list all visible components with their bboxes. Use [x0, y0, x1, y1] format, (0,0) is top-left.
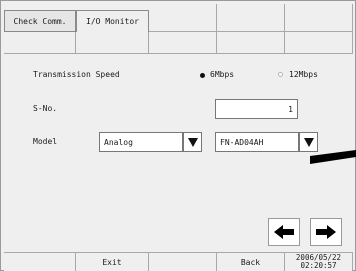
model-type-dropdown-button[interactable]: [183, 132, 202, 152]
radio-6mbps[interactable]: [200, 73, 205, 78]
tab-label: I/O Monitor: [86, 17, 139, 26]
model-unit-select[interactable]: FN-AD04AH: [215, 132, 299, 152]
radio-6mbps-label[interactable]: 6Mbps: [210, 70, 234, 79]
datetime-display: 2006/05/22 02:20:57: [285, 252, 353, 271]
indicator-line: [310, 150, 356, 164]
back-label: Back: [240, 257, 261, 267]
transmission-speed-label: Transmission Speed: [33, 70, 120, 79]
tab-label: Check Comm.: [13, 16, 67, 26]
arrow-right-icon: [316, 225, 336, 239]
s-no-label: S-No.: [33, 104, 58, 113]
triangle-down-icon: [187, 137, 198, 147]
tab-check-comm[interactable]: Check Comm.: [4, 10, 76, 32]
back-button[interactable]: Back: [217, 252, 285, 271]
triangle-down-icon: [303, 137, 314, 147]
exit-button[interactable]: Exit: [76, 252, 149, 271]
top-grid-cell: [217, 32, 285, 54]
top-grid-cell: [149, 32, 217, 54]
model-type-value: Analog: [104, 137, 133, 147]
model-label: Model: [33, 137, 58, 146]
bottom-cell: [149, 252, 217, 271]
top-grid-cell: [149, 4, 217, 32]
radio-12mbps-label[interactable]: 12Mbps: [289, 70, 318, 79]
prev-button[interactable]: [268, 218, 300, 246]
arrow-left-icon: [274, 225, 294, 239]
top-grid-cell: [217, 4, 285, 32]
exit-label: Exit: [102, 257, 122, 267]
model-type-select[interactable]: Analog: [99, 132, 183, 152]
s-no-value: 1: [288, 104, 293, 114]
next-button[interactable]: [310, 218, 342, 246]
s-no-field[interactable]: 1: [215, 99, 298, 119]
top-grid-cell: [76, 32, 149, 54]
model-unit-value: FN-AD04AH: [220, 137, 264, 147]
top-grid-cell: [285, 32, 353, 54]
radio-12mbps[interactable]: [278, 72, 283, 77]
tab-io-monitor[interactable]: I/O Monitor: [76, 10, 149, 32]
top-grid-cell: [4, 32, 76, 54]
top-grid-cell: [285, 4, 353, 32]
time-text: 02:20:57: [300, 261, 337, 270]
bottom-cell: [4, 252, 76, 271]
